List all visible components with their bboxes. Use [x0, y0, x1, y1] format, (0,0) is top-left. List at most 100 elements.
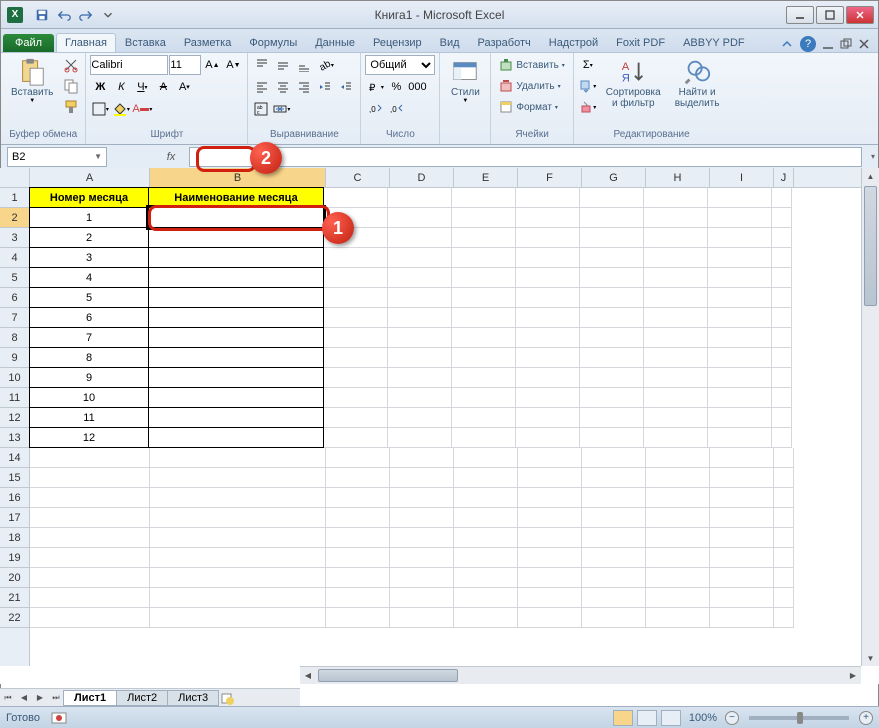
row-header-8[interactable]: 8 — [0, 328, 29, 348]
cell-H16[interactable] — [646, 488, 710, 508]
cell-G22[interactable] — [582, 608, 646, 628]
help-icon[interactable]: ? — [800, 36, 816, 52]
cell-I9[interactable] — [708, 348, 772, 368]
name-box[interactable]: B2 ▼ — [7, 147, 107, 167]
save-button[interactable] — [33, 6, 51, 24]
cell-G13[interactable] — [580, 428, 644, 448]
subscript-button[interactable]: A▾ — [174, 77, 194, 97]
cell-C17[interactable] — [326, 508, 390, 528]
tab-разметка[interactable]: Разметка — [175, 33, 241, 52]
cell-D8[interactable] — [388, 328, 452, 348]
col-header-B[interactable]: B — [150, 168, 326, 187]
decrease-decimal-button[interactable]: ,0 — [386, 99, 406, 119]
cell-D18[interactable] — [390, 528, 454, 548]
cell-B21[interactable] — [150, 588, 326, 608]
zoom-in-button[interactable]: + — [859, 711, 873, 725]
cell-F2[interactable] — [516, 208, 580, 228]
sort-filter-button[interactable]: АЯ Сортировка и фильтр — [600, 55, 667, 111]
cell-C15[interactable] — [326, 468, 390, 488]
sheet-first-icon[interactable]: ⏮ — [0, 690, 16, 706]
cell-C5[interactable] — [324, 268, 388, 288]
cell-E21[interactable] — [454, 588, 518, 608]
row-header-16[interactable]: 16 — [0, 488, 29, 508]
cell-F22[interactable] — [518, 608, 582, 628]
cell-F11[interactable] — [516, 388, 580, 408]
font-name-select[interactable] — [90, 55, 168, 75]
tab-рецензир[interactable]: Рецензир — [364, 33, 431, 52]
underline-button[interactable]: Ч▾ — [132, 77, 152, 97]
row-header-10[interactable]: 10 — [0, 368, 29, 388]
sheet-last-icon[interactable]: ⏭ — [48, 690, 64, 706]
cell-A4[interactable]: 3 — [29, 247, 149, 268]
cell-B8[interactable] — [148, 327, 324, 348]
number-format-select[interactable]: Общий — [365, 55, 435, 75]
cell-A19[interactable] — [30, 548, 150, 568]
cell-A9[interactable]: 8 — [29, 347, 149, 368]
cell-F20[interactable] — [518, 568, 582, 588]
strikethrough-button[interactable]: A — [153, 77, 173, 97]
cell-G17[interactable] — [582, 508, 646, 528]
undo-button[interactable] — [55, 6, 73, 24]
font-color-button[interactable]: A▾ — [132, 99, 152, 119]
tab-надстрой[interactable]: Надстрой — [540, 33, 607, 52]
cell-C12[interactable] — [324, 408, 388, 428]
wrap-text-button[interactable]: abc — [252, 99, 270, 119]
cell-F12[interactable] — [516, 408, 580, 428]
cell-C11[interactable] — [324, 388, 388, 408]
cell-J16[interactable] — [774, 488, 794, 508]
cell-F7[interactable] — [516, 308, 580, 328]
align-left-button[interactable] — [252, 77, 272, 97]
cell-E11[interactable] — [452, 388, 516, 408]
cell-J1[interactable] — [772, 188, 792, 208]
scroll-up-icon[interactable]: ▲ — [862, 168, 879, 184]
row-header-14[interactable]: 14 — [0, 448, 29, 468]
cell-H8[interactable] — [644, 328, 708, 348]
cell-D4[interactable] — [388, 248, 452, 268]
cell-E7[interactable] — [452, 308, 516, 328]
align-right-button[interactable] — [294, 77, 314, 97]
cell-B22[interactable] — [150, 608, 326, 628]
row-header-20[interactable]: 20 — [0, 568, 29, 588]
align-top-button[interactable] — [252, 55, 272, 75]
cell-J17[interactable] — [774, 508, 794, 528]
cell-F13[interactable] — [516, 428, 580, 448]
cell-G20[interactable] — [582, 568, 646, 588]
cell-G16[interactable] — [582, 488, 646, 508]
cell-G15[interactable] — [582, 468, 646, 488]
row-header-6[interactable]: 6 — [0, 288, 29, 308]
cell-J9[interactable] — [772, 348, 792, 368]
cell-J12[interactable] — [772, 408, 792, 428]
cell-J10[interactable] — [772, 368, 792, 388]
sheet-tab-Лист2[interactable]: Лист2 — [116, 690, 168, 706]
cell-H12[interactable] — [644, 408, 708, 428]
col-header-A[interactable]: A — [30, 168, 150, 187]
cell-F3[interactable] — [516, 228, 580, 248]
cell-I1[interactable] — [708, 188, 772, 208]
scroll-left-icon[interactable]: ◀ — [300, 667, 316, 684]
cell-I14[interactable] — [710, 448, 774, 468]
cell-F1[interactable] — [516, 188, 580, 208]
cell-E3[interactable] — [452, 228, 516, 248]
cell-B12[interactable] — [148, 407, 324, 428]
cell-I15[interactable] — [710, 468, 774, 488]
cell-I10[interactable] — [708, 368, 772, 388]
cell-B18[interactable] — [150, 528, 326, 548]
cell-J4[interactable] — [772, 248, 792, 268]
row-header-11[interactable]: 11 — [0, 388, 29, 408]
select-all-corner[interactable] — [0, 168, 30, 188]
view-normal-button[interactable] — [613, 710, 633, 726]
row-header-22[interactable]: 22 — [0, 608, 29, 628]
redo-button[interactable] — [77, 6, 95, 24]
comma-button[interactable]: 000 — [407, 77, 427, 97]
cell-G8[interactable] — [580, 328, 644, 348]
cell-I4[interactable] — [708, 248, 772, 268]
cell-H22[interactable] — [646, 608, 710, 628]
delete-cells-button[interactable]: Удалить▾ — [495, 76, 564, 96]
hscroll-thumb[interactable] — [318, 669, 458, 682]
align-middle-button[interactable] — [273, 55, 293, 75]
cell-B10[interactable] — [148, 367, 324, 388]
cell-J19[interactable] — [774, 548, 794, 568]
cell-H13[interactable] — [644, 428, 708, 448]
cell-J2[interactable] — [772, 208, 792, 228]
cell-E18[interactable] — [454, 528, 518, 548]
